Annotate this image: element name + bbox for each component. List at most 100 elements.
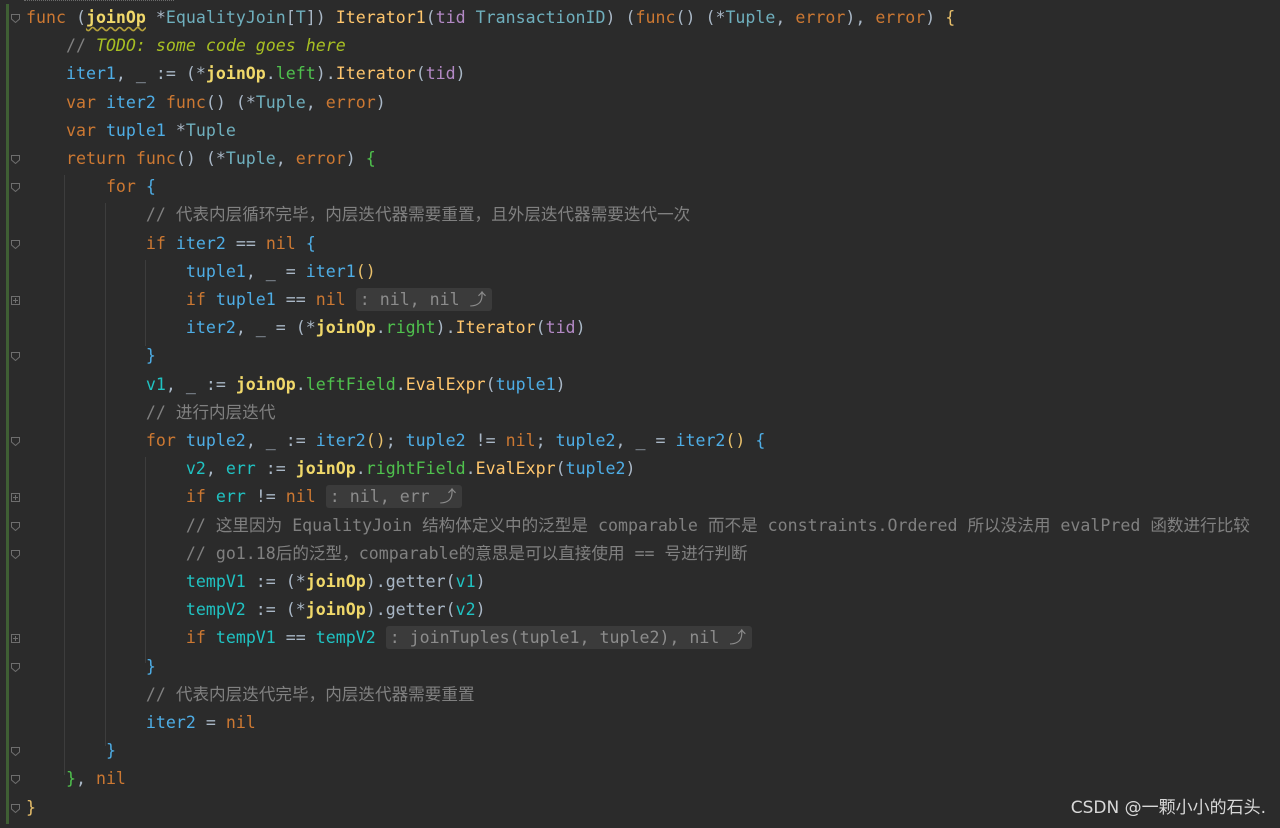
code-line[interactable]: func (joinOp *EqualityJoin[T]) Iterator1… [26, 4, 955, 32]
code-line[interactable]: // 这里因为 EqualityJoin 结构体定义中的泛型是 comparab… [26, 512, 1250, 540]
code-token: tempV1 [185, 572, 256, 591]
code-token: tuple1 [105, 120, 176, 140]
fold-marker-icon[interactable] [11, 352, 20, 362]
code-token: } [105, 741, 116, 761]
code-line[interactable]: if tuple1 == nil : nil, nil ⤴ [26, 286, 493, 314]
code-line[interactable]: // 代表内层迭代完毕，内层迭代器需要重置 [26, 681, 475, 709]
code-token: tid [435, 8, 476, 27]
code-token: joinOp [235, 374, 296, 394]
fold-marker-icon[interactable] [11, 437, 20, 446]
code-token: // 代表内层迭代完毕，内层迭代器需要重置 [145, 684, 475, 704]
code-token: iter2 [175, 233, 236, 253]
code-line[interactable]: }, nil [26, 765, 126, 793]
code-line[interactable]: v2, err := joinOp.rightField.EvalExpr(tu… [26, 455, 636, 483]
code-token: Tuple [255, 92, 306, 112]
code-token: func [26, 8, 76, 27]
code-token: ) [575, 318, 586, 338]
code-token: iter1 [65, 64, 116, 84]
code-line[interactable]: } [26, 794, 36, 822]
code-line[interactable]: // go1.18后的泛型，comparable的意思是可以直接使用 == 号进… [26, 540, 748, 568]
code-line[interactable]: // TODO: some code goes here [26, 32, 346, 60]
code-line[interactable]: } [26, 653, 156, 681]
code-token: ) [555, 374, 566, 394]
code-token: ). [365, 600, 386, 620]
code-token: () (* [205, 92, 256, 112]
code-token: func [165, 92, 206, 112]
code-token: Iterator [335, 64, 416, 84]
code-token: Tuple [725, 8, 776, 27]
fold-marker-icon[interactable] [11, 296, 20, 305]
code-token: if [145, 233, 176, 253]
fold-marker-icon[interactable] [11, 521, 20, 531]
code-line[interactable]: tuple1, _ = iter1() [26, 258, 376, 286]
fold-marker-icon[interactable] [11, 803, 20, 813]
code-token: err [215, 487, 256, 507]
code-token: Tuple [185, 120, 236, 140]
code-line[interactable]: return func() (*Tuple, error) { [26, 145, 376, 173]
fold-marker-icon[interactable] [11, 747, 20, 757]
code-editor[interactable]: func (joinOp *EqualityJoin[T]) Iterator1… [0, 0, 1280, 828]
code-line[interactable]: for { [26, 173, 156, 201]
code-token: . [295, 374, 306, 394]
code-line[interactable]: iter2 = nil [26, 709, 256, 737]
code-line[interactable]: var iter2 func() (*Tuple, error) [26, 89, 386, 117]
code-token: , _ := (* [115, 64, 206, 84]
code-token: tuple2 [185, 431, 246, 450]
fold-marker-icon[interactable] [11, 155, 20, 164]
code-line[interactable]: tempV2 := (*joinOp).getter(v2) [26, 596, 486, 624]
code-line[interactable]: // 进行内层迭代 [26, 399, 276, 427]
code-token: joinOp [305, 572, 366, 591]
fold-marker-icon[interactable] [11, 239, 20, 249]
code-token: // [65, 36, 96, 56]
code-line[interactable]: v1, _ := joinOp.leftField.EvalExpr(tuple… [26, 371, 566, 399]
code-token: , _ = [615, 431, 676, 450]
code-token: ( [445, 572, 456, 591]
code-token: tuple1 [495, 374, 556, 394]
code-token: Tuple [225, 149, 276, 168]
fold-marker-icon[interactable] [11, 14, 20, 23]
fold-marker-icon[interactable] [11, 775, 20, 785]
code-token: ). [315, 64, 336, 84]
code-token: ( [415, 64, 426, 84]
fold-marker-icon[interactable] [11, 549, 20, 559]
code-token: () (* [175, 149, 226, 168]
code-token: == [235, 233, 266, 253]
code-token: . [465, 459, 476, 479]
fold-marker-icon[interactable] [11, 183, 20, 193]
code-line[interactable]: } [26, 342, 156, 370]
code-line[interactable]: if tempV1 == tempV2 : joinTuples(tuple1,… [26, 624, 752, 652]
code-line[interactable]: if err != nil : nil, err ⤴ [26, 483, 463, 511]
fold-marker-icon[interactable] [11, 634, 20, 644]
code-line[interactable]: var tuple1 *Tuple [26, 117, 236, 145]
code-token: ) [345, 149, 366, 168]
code-line[interactable]: tempV1 := (*joinOp).getter(v1) [26, 568, 486, 596]
code-line[interactable]: iter2, _ = (*joinOp.right).Iterator(tid) [26, 314, 586, 342]
fold-marker-icon[interactable] [11, 493, 20, 503]
code-line[interactable]: } [26, 737, 116, 765]
code-token: EvalExpr [405, 374, 486, 394]
code-line[interactable]: // 代表内层循环完毕，内层迭代器需要重置，且外层迭代器需要迭代一次 [26, 201, 690, 229]
code-token: err [225, 459, 266, 479]
code-token: v1 [455, 572, 476, 591]
code-token: ( [75, 8, 86, 27]
code-line[interactable]: for tuple2, _ := iter2(); tuple2 != nil;… [26, 427, 766, 455]
fold-marker-icon[interactable] [11, 662, 20, 672]
code-token: leftField [305, 374, 396, 394]
code-token: tuple2 [555, 431, 616, 450]
code-token: tempV2 [315, 628, 386, 648]
code-token: EqualityJoin [165, 8, 286, 27]
code-line[interactable]: if iter2 == nil { [26, 230, 316, 258]
code-token: T [295, 8, 306, 27]
code-token: nil [285, 487, 326, 507]
code-line[interactable]: iter1, _ := (*joinOp.left).Iterator(tid) [26, 60, 466, 88]
